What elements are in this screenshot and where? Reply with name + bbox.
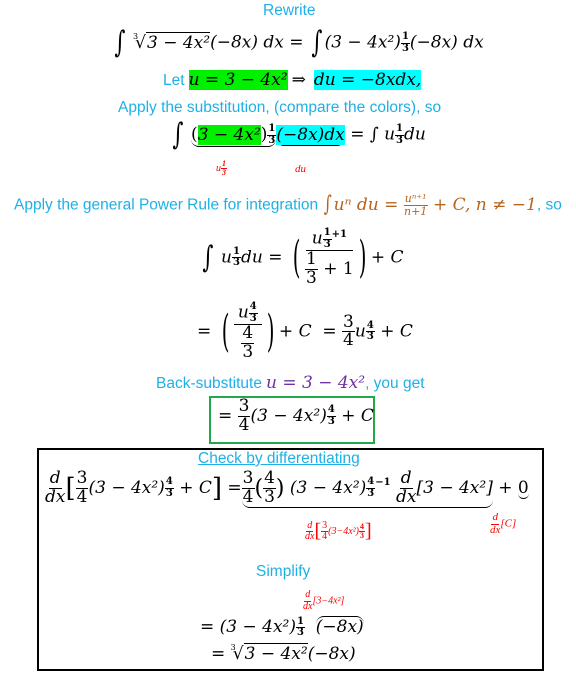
annotation-derivative-inner: d dx [3−4x²] <box>303 589 345 612</box>
integral-sign: ∫ <box>172 117 184 152</box>
underbrace-zero: 0 <box>517 477 529 499</box>
back-substitute-line: Back-substitute u = 3 − 4x², you get <box>156 373 425 393</box>
simplify-heading: Simplify <box>256 563 311 580</box>
integral-sign: ∫ <box>114 25 126 60</box>
u-definition: u = 3 − 4x² <box>188 70 288 90</box>
power-rule-formula: ∫ uⁿ du = uⁿ⁺¹ n+1 + C, n ≠ −1 <box>323 192 537 218</box>
substitution-definition: Let u = 3 − 4x² ⇒ du = −8xdx, <box>163 70 422 90</box>
annotation-derivative-c: d dx [C] <box>490 511 517 536</box>
simplify-line2: = 3√3 − 4x²(−8x) <box>211 643 356 664</box>
cube-root: 3√3 − 4x² <box>133 31 211 53</box>
cube-root: 3√3 − 4x² <box>230 643 308 664</box>
implies-arrow: ⇒ <box>291 70 306 90</box>
simplify-line1: = (3 − 4x²) 1 3 (−8x) <box>200 615 364 638</box>
integral-sign: ∫ <box>311 25 323 60</box>
annotation-u-one-third: u13 <box>216 159 227 178</box>
substitution-heading: Apply the substitution, (compare the col… <box>118 99 442 116</box>
annotation-du: du <box>295 163 306 175</box>
underbrace-u: (3 − 4x²) 1 3 <box>191 123 277 147</box>
overbrace-factor: (−8x) <box>315 616 364 637</box>
annotation-derivative-term: d dx[3 4 (3−4x²) 4 3] <box>305 519 372 542</box>
power-rule-line: Apply the general Power Rule for integra… <box>14 192 562 218</box>
power-rule-step2: = (u 4 3 4 3) + C = 34u43 + C <box>197 301 413 362</box>
power-rule-step1: ∫ u 1 3 du = (u 1 3 +1 1 3 + 1) + C <box>202 227 404 288</box>
underbrace-du: (−8x)dx <box>276 124 345 146</box>
substitution-equation: ∫ (3 − 4x²) 1 3 (−8x)dx = ∫ u 1 3 du <box>172 117 426 152</box>
rewrite-heading: Rewrite <box>263 2 316 19</box>
underbrace-chain-rule: 3 4(4 3) (3 − 4x²) 4 3 −1 d dx [3 − 4x²] <box>241 468 493 508</box>
exponent-one-third: 13 <box>400 31 410 54</box>
derivative-check-equation: d dx[3 4 (3 − 4x²) 4 3 + C] = 3 4(4 3) (3 − 4x²)… <box>45 468 529 508</box>
du-definition: du = −8xdx, <box>313 70 422 90</box>
check-heading: Check by differentiating <box>198 450 360 467</box>
rewrite-equation: ∫ 3√3 − 4x²(−8x) dx = ∫ (3 − 4x²) 1 3 (−8x) … <box>114 25 484 60</box>
final-answer: = 3 4 (3 − 4x²) 4 3 + C <box>218 396 374 435</box>
